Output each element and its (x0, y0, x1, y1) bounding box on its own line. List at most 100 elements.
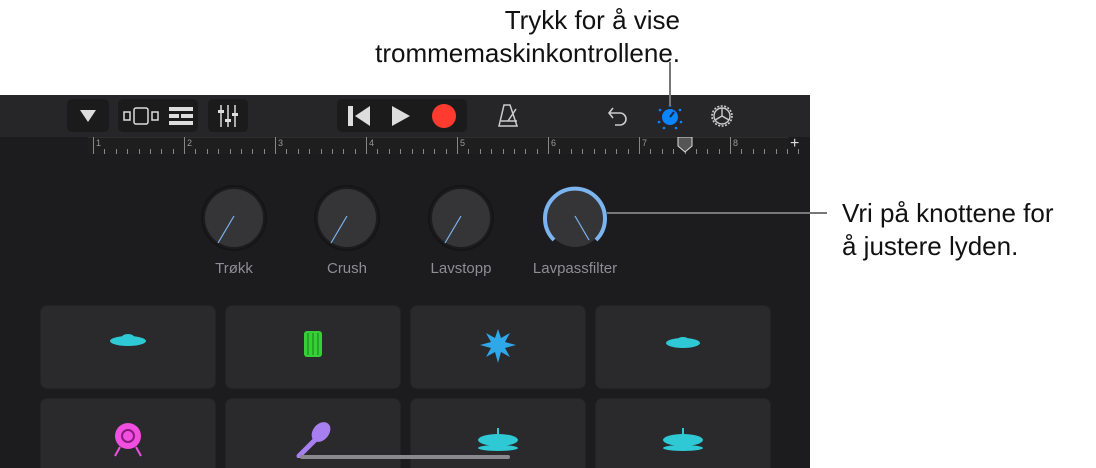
ruler-bar-number: 2 (187, 138, 193, 148)
garageband-panel: 1 2 3 4 5 6 7 8 + Trøkk Crush Lavstopp Lavpassfilt… (0, 95, 810, 468)
view-toggle-icon[interactable] (123, 106, 159, 126)
drum-pad-hihat[interactable] (595, 305, 771, 389)
drum-pad-crash[interactable] (595, 398, 771, 468)
view-buttons (118, 99, 198, 132)
callout-leader-top (669, 62, 671, 106)
ruler-tick (491, 149, 493, 154)
knob-label: Lavstopp (430, 260, 492, 277)
drum-pad-cymbal[interactable] (40, 305, 216, 389)
tracks-view-icon[interactable] (169, 106, 193, 125)
ruler-tick (661, 149, 663, 154)
callout-knobs: Vri på knottene for å justere lyden. (842, 197, 1054, 263)
ruler-tick (457, 137, 458, 154)
drum-machine-controls-icon[interactable] (657, 104, 683, 130)
home-indicator (300, 455, 510, 459)
ruler-tick (343, 149, 345, 154)
knob-lavstopp[interactable] (428, 185, 494, 251)
go-to-start-icon[interactable] (348, 105, 370, 126)
ruler-tick (150, 149, 151, 154)
ruler-tick (195, 149, 197, 154)
ruler-tick (241, 149, 242, 154)
ruler-tick (696, 149, 697, 154)
ruler-tick (411, 149, 413, 154)
ruler-tick (309, 149, 311, 154)
drum-pad-clap[interactable] (410, 305, 586, 389)
ruler-tick (639, 137, 640, 154)
ruler-tick (570, 149, 572, 154)
ruler-bar-number: 6 (551, 138, 557, 148)
knob-trøkk[interactable] (201, 185, 267, 251)
triangle-down-icon (80, 109, 96, 122)
ruler-tick (502, 149, 504, 154)
ruler-tick (172, 149, 174, 154)
ruler-tick (775, 149, 777, 154)
ruler-tick (787, 149, 788, 154)
ruler-tick (423, 149, 424, 154)
callout-leader-right (607, 212, 827, 214)
ruler-tick (525, 149, 527, 154)
knob-label: Crush (326, 260, 367, 277)
mixer-icon (218, 104, 238, 127)
add-section-button[interactable]: + (790, 135, 799, 153)
drum-pad-snare[interactable] (225, 305, 401, 389)
ruler-tick (320, 149, 322, 154)
kick-icon (114, 423, 142, 457)
metronome-icon[interactable] (497, 104, 519, 128)
ruler-bar-number: 7 (642, 138, 648, 148)
ruler-tick (434, 149, 436, 154)
ruler-tick (752, 149, 754, 154)
ruler-tick (514, 149, 515, 154)
ruler-tick (138, 149, 140, 154)
ruler-tick (104, 149, 106, 154)
ruler-bar-number: 1 (96, 138, 102, 148)
undo-icon[interactable] (607, 105, 629, 127)
ruler-tick (366, 137, 367, 154)
ruler-tick (718, 149, 720, 154)
ruler-bar-number: 5 (460, 138, 466, 148)
track-menu-button[interactable] (67, 99, 109, 132)
knob-lavpassfilter[interactable] (542, 185, 608, 251)
ruler-tick (536, 149, 538, 154)
knob-label: Trøkk (215, 260, 253, 277)
ruler-tick (206, 149, 208, 154)
ruler-tick (468, 149, 470, 154)
ruler-tick (263, 149, 265, 154)
maraca-icon (296, 422, 331, 458)
knob-label: Lavpassfilter (532, 260, 618, 277)
callout-line-1: Vri på knottene for (842, 198, 1054, 228)
ruler-tick (388, 149, 390, 154)
ruler-tick (593, 149, 595, 154)
transport-controls (337, 99, 467, 132)
snare-icon (304, 331, 322, 357)
cymbal-icon (110, 334, 146, 346)
ruler-tick (479, 149, 481, 154)
ruler-tick (673, 149, 675, 154)
drum-pad-kick[interactable] (40, 398, 216, 468)
ruler-tick (650, 149, 652, 154)
mixer-button[interactable] (208, 99, 248, 132)
play-icon[interactable] (392, 105, 410, 126)
record-icon[interactable] (432, 103, 456, 128)
ride-icon (478, 428, 518, 451)
ruler-tick (377, 149, 379, 154)
knob-crush[interactable] (314, 185, 380, 251)
ruler-bar-number: 4 (369, 138, 375, 148)
crash-icon (663, 428, 703, 451)
settings-icon[interactable] (709, 103, 735, 129)
ruler-tick (707, 149, 709, 154)
ruler-tick (252, 149, 254, 154)
ruler-tick (332, 149, 333, 154)
ruler-tick (400, 149, 402, 154)
ruler-tick (616, 149, 618, 154)
ruler-tick (286, 149, 288, 154)
ruler-tick (559, 149, 561, 154)
playhead-icon[interactable] (677, 137, 693, 153)
ruler-tick (354, 149, 356, 154)
ruler-tick (445, 149, 447, 154)
callout-line-2: trommemaskinkontrollene. (375, 38, 680, 68)
ruler-tick (764, 149, 766, 154)
ruler-tick (730, 137, 731, 154)
ruler-tick (184, 137, 185, 154)
ruler-tick (93, 137, 94, 154)
ruler-tick (548, 137, 549, 154)
